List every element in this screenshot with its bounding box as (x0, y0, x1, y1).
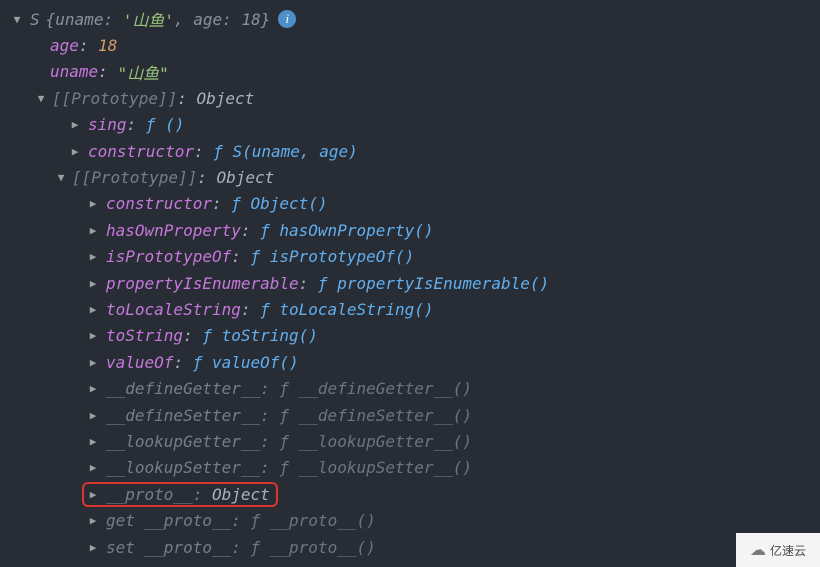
method-fn: ƒ propertyIsEnumerable() (318, 274, 549, 293)
fn-get-proto: ƒ __proto__() (251, 511, 376, 530)
method-fn: ƒ __defineGetter__() (279, 379, 472, 398)
expand-arrow-icon[interactable] (86, 303, 100, 316)
expand-arrow-icon[interactable] (68, 118, 82, 131)
key-age: age (50, 36, 79, 55)
expand-arrow-icon[interactable] (86, 224, 100, 237)
method-__defineGetter__[interactable]: __defineGetter__: ƒ __defineGetter__() (10, 375, 820, 401)
prototype-1-row[interactable]: [[Prototype]] : Object (10, 85, 820, 111)
method-fn: ƒ __lookupGetter__() (279, 432, 472, 451)
expand-arrow-icon[interactable] (34, 92, 48, 105)
method-__defineSetter__[interactable]: __defineSetter__: ƒ __defineSetter__() (10, 402, 820, 428)
method-constructor-s[interactable]: constructor : ƒ S(uname, age) (10, 138, 820, 164)
cloud-icon: ☁ (750, 540, 766, 560)
preview-age-key: age (193, 10, 222, 29)
property-uname[interactable]: uname : "山鱼" (10, 59, 820, 85)
expand-arrow-icon[interactable] (86, 356, 100, 369)
method-fn: ƒ hasOwnProperty() (260, 221, 433, 240)
method-sing[interactable]: sing : ƒ () (10, 112, 820, 138)
expand-arrow-icon[interactable] (86, 409, 100, 422)
method-key: __defineSetter__ (106, 406, 260, 425)
expand-arrow-icon[interactable] (86, 541, 100, 554)
method-key: toLocaleString (106, 300, 241, 319)
expand-arrow-icon[interactable] (86, 329, 100, 342)
method-key: propertyIsEnumerable (106, 274, 299, 293)
fn-constructor: ƒ S(uname, age) (213, 142, 358, 161)
value-uname: "山鱼" (117, 60, 168, 84)
method-key: hasOwnProperty (106, 221, 241, 240)
property-age[interactable]: age : 18 (10, 32, 820, 58)
expand-arrow-icon[interactable] (54, 171, 68, 184)
key-sing: sing (88, 115, 127, 134)
prototype-label: [[Prototype]] (52, 89, 177, 108)
method-fn: ƒ toLocaleString() (260, 300, 433, 319)
prototype-value: Object (197, 89, 255, 108)
prototype-label: [[Prototype]] (72, 168, 197, 187)
key-constructor: constructor (88, 142, 194, 161)
watermark: ☁ 亿速云 (736, 533, 820, 567)
expand-arrow-icon[interactable] (86, 277, 100, 290)
value-proto: Object (212, 485, 270, 504)
method-toString[interactable]: toString: ƒ toString() (10, 323, 820, 349)
key-get-proto: get __proto__ (106, 511, 231, 530)
method-toLocaleString[interactable]: toLocaleString: ƒ toLocaleString() (10, 296, 820, 322)
method-key: __lookupSetter__ (106, 458, 260, 477)
key-set-proto: set __proto__ (106, 538, 231, 557)
prototype-value: Object (217, 168, 275, 187)
expand-arrow-icon[interactable] (86, 514, 100, 527)
expand-arrow-icon[interactable] (86, 435, 100, 448)
method-key: __lookupGetter__ (106, 432, 260, 451)
info-icon[interactable]: i (278, 10, 296, 28)
method-fn: ƒ __lookupSetter__() (279, 458, 472, 477)
method-isPrototypeOf[interactable]: isPrototypeOf: ƒ isPrototypeOf() (10, 244, 820, 270)
key-proto: __proto__ (106, 485, 193, 504)
method-valueOf[interactable]: valueOf: ƒ valueOf() (10, 349, 820, 375)
object-tree: S { uname : '山鱼' , age : 18 } i age : 18… (0, 0, 820, 560)
property-proto-highlighted[interactable]: __proto__ : Object (10, 481, 820, 507)
method-constructor[interactable]: constructor: ƒ Object() (10, 191, 820, 217)
method-fn: ƒ __defineSetter__() (279, 406, 472, 425)
expand-arrow-icon[interactable] (86, 250, 100, 263)
method-fn: ƒ valueOf() (193, 353, 299, 372)
preview-age-val: 18 (241, 10, 260, 29)
prototype-2-row[interactable]: [[Prototype]] : Object (10, 164, 820, 190)
method-key: constructor (106, 194, 212, 213)
fn-sing: ƒ () (146, 115, 185, 134)
expand-arrow-icon[interactable] (68, 145, 82, 158)
method-__lookupSetter__[interactable]: __lookupSetter__: ƒ __lookupSetter__() (10, 455, 820, 481)
brace-open: { (46, 10, 56, 29)
fn-set-proto: ƒ __proto__() (251, 538, 376, 557)
method-hasOwnProperty[interactable]: hasOwnProperty: ƒ hasOwnProperty() (10, 217, 820, 243)
method-fn: ƒ Object() (231, 194, 327, 213)
method-propertyIsEnumerable[interactable]: propertyIsEnumerable: ƒ propertyIsEnumer… (10, 270, 820, 296)
class-name: S (30, 10, 40, 29)
expand-arrow-icon[interactable] (86, 461, 100, 474)
getter-proto[interactable]: get __proto__ : ƒ __proto__() (10, 507, 820, 533)
highlight-box: __proto__ : Object (82, 482, 278, 507)
method-key: toString (106, 326, 183, 345)
method-key: __defineGetter__ (106, 379, 260, 398)
method-fn: ƒ toString() (202, 326, 318, 345)
root-object-row[interactable]: S { uname : '山鱼' , age : 18 } i (10, 6, 820, 32)
expand-arrow-icon[interactable] (86, 197, 100, 210)
watermark-text: 亿速云 (770, 542, 806, 559)
setter-proto[interactable]: set __proto__ : ƒ __proto__() (10, 534, 820, 560)
expand-arrow-icon[interactable] (10, 13, 24, 26)
method-key: isPrototypeOf (106, 247, 231, 266)
method-__lookupGetter__[interactable]: __lookupGetter__: ƒ __lookupGetter__() (10, 428, 820, 454)
expand-arrow-icon[interactable] (86, 488, 100, 501)
method-fn: ƒ isPrototypeOf() (251, 247, 415, 266)
key-uname: uname (50, 62, 98, 81)
preview-uname-val: '山鱼' (123, 7, 174, 31)
method-key: valueOf (106, 353, 173, 372)
preview-uname-key: uname (55, 10, 103, 29)
brace-close: } (261, 10, 271, 29)
value-age: 18 (98, 36, 117, 55)
expand-arrow-icon[interactable] (86, 382, 100, 395)
